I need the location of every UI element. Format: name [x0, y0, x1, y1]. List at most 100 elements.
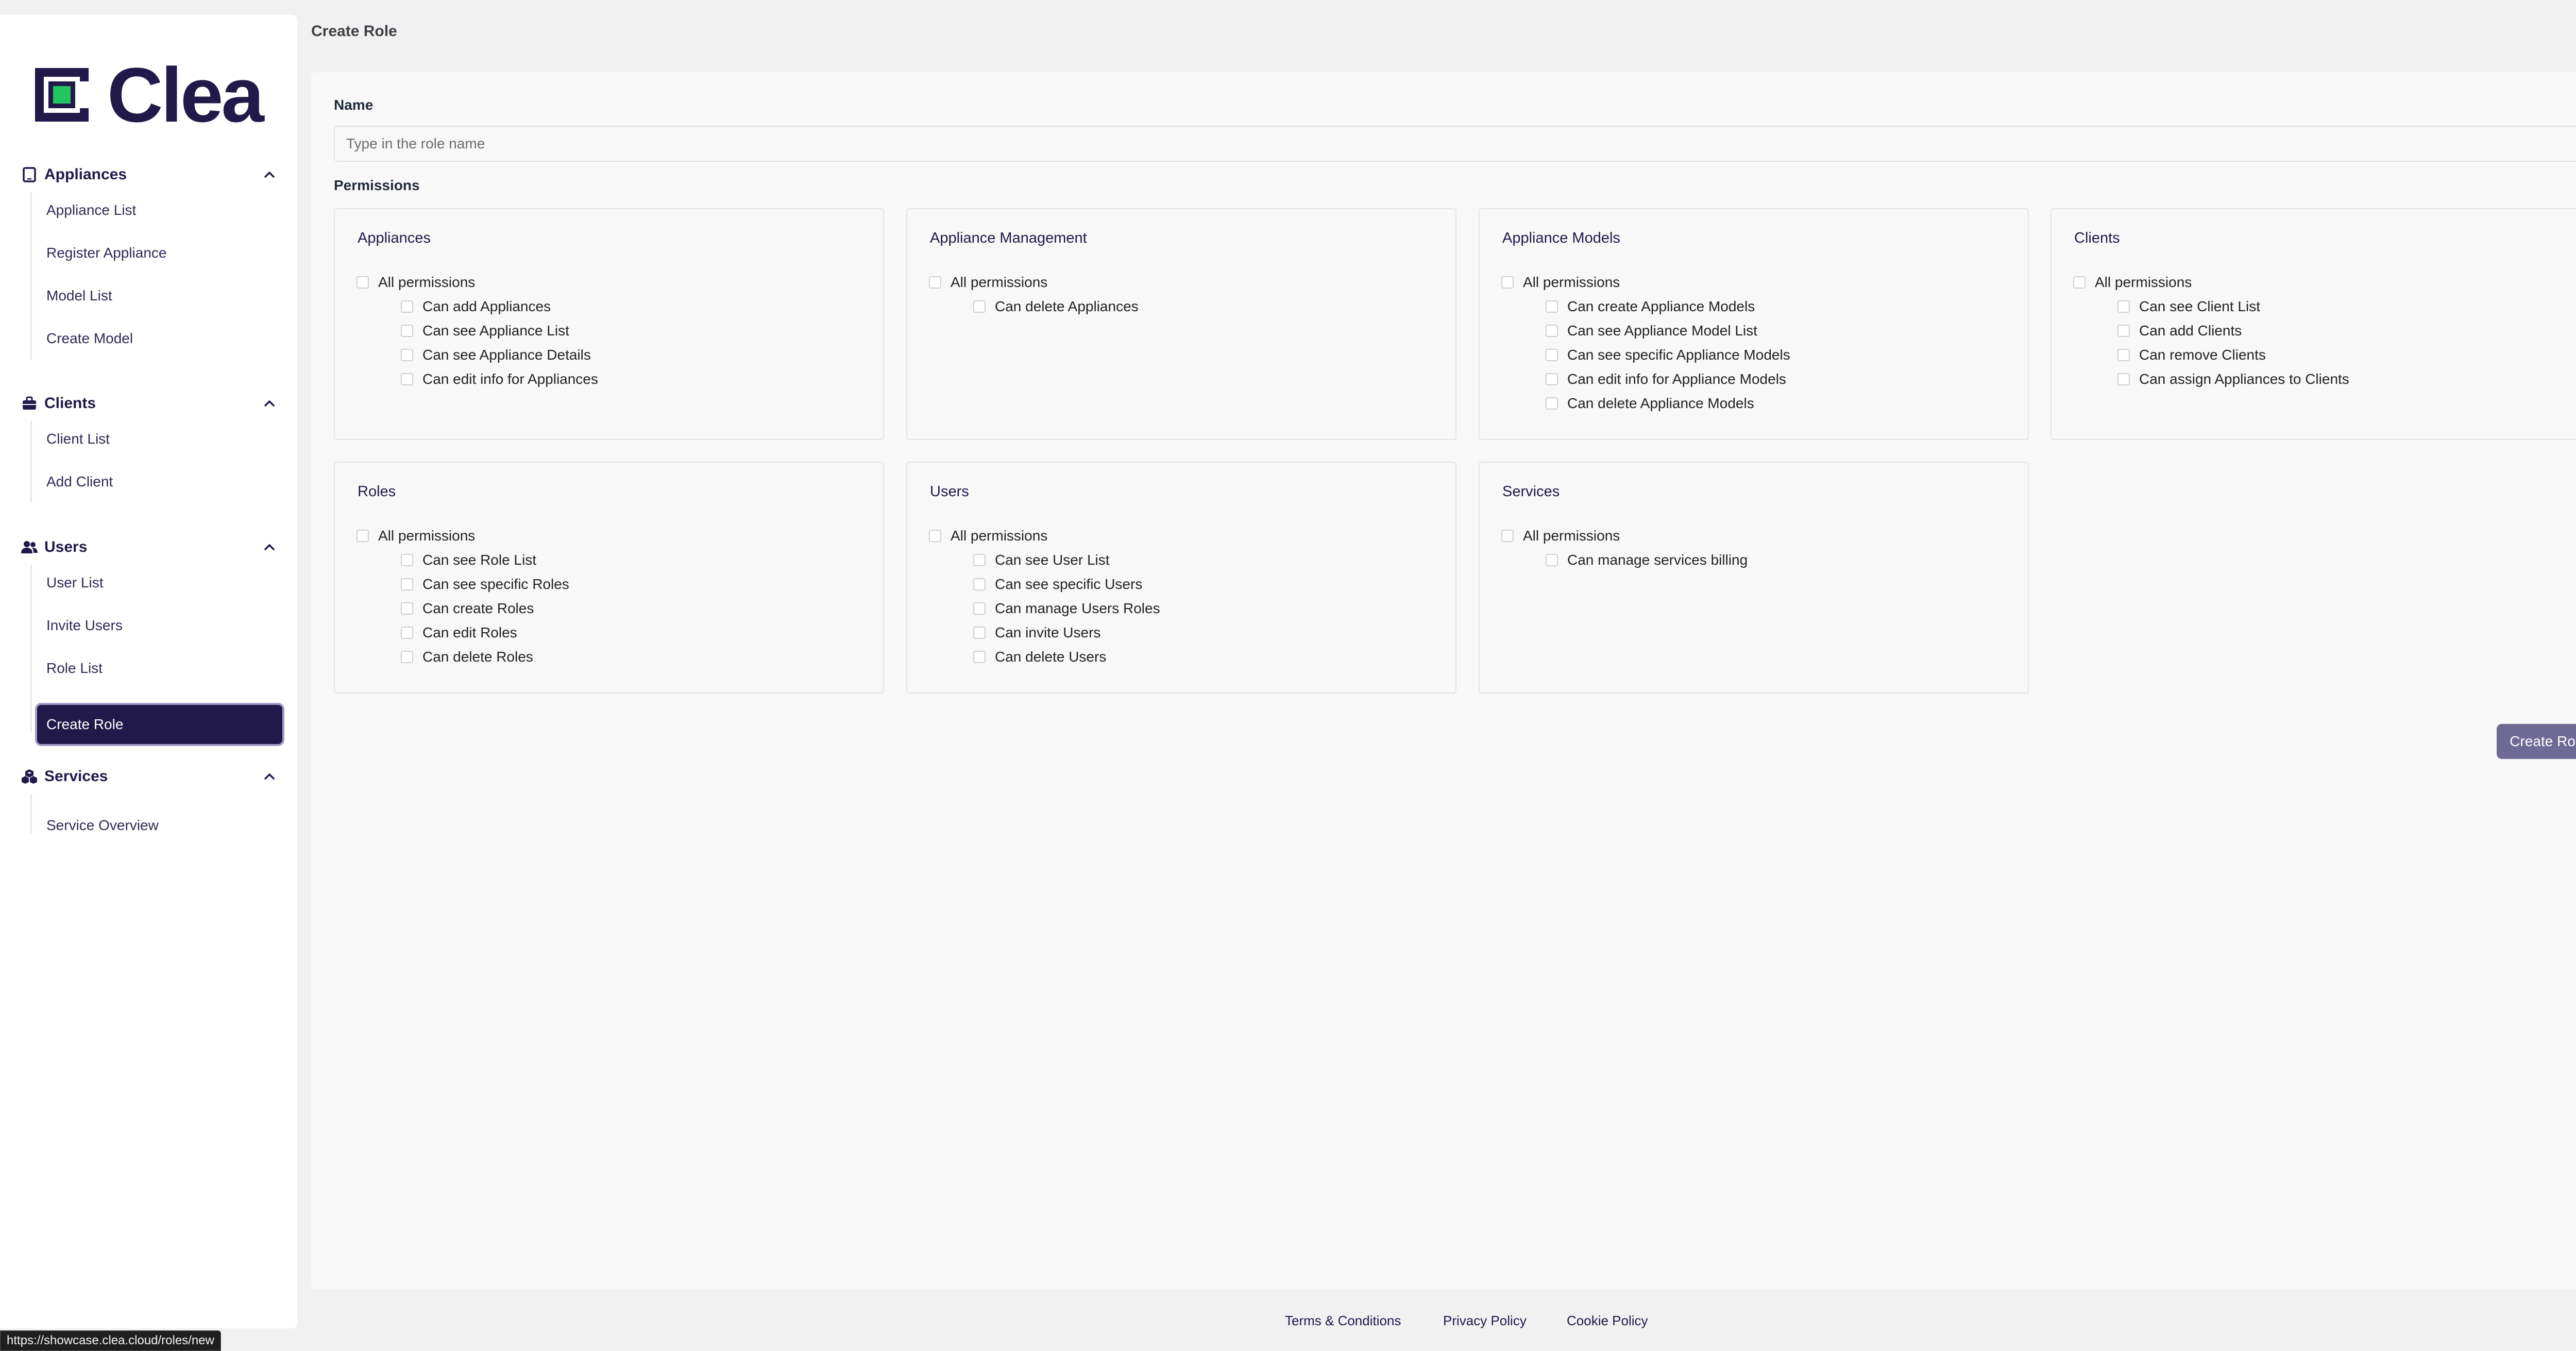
permission-card-title: Appliances [358, 230, 431, 246]
permission-checkbox[interactable] [401, 627, 413, 639]
permission-option[interactable]: Can see specific Roles [401, 574, 569, 595]
permission-checkbox[interactable] [973, 554, 986, 566]
permission-checkbox[interactable] [929, 276, 941, 289]
permission-option[interactable]: Can see Appliance List [401, 320, 569, 341]
permission-checkbox[interactable] [401, 300, 413, 313]
permission-checkbox[interactable] [357, 276, 369, 289]
permission-option[interactable]: Can manage Users Roles [973, 598, 1160, 619]
permission-label: Can see User List [995, 552, 1110, 568]
permission-checkbox[interactable] [401, 373, 413, 385]
sidebar-item-appliance-list[interactable]: Appliance List [37, 192, 282, 229]
permission-checkbox[interactable] [357, 530, 369, 542]
sidebar-section-clients[interactable]: Clients [21, 391, 278, 416]
permission-checkbox[interactable] [1546, 349, 1558, 361]
permission-option[interactable]: Can delete Roles [401, 647, 533, 667]
clea-logo[interactable]: Clea [35, 56, 264, 133]
sidebar-subnav-line [30, 192, 32, 360]
permission-checkbox[interactable] [2117, 349, 2130, 361]
permission-checkbox[interactable] [1546, 397, 1558, 410]
permission-option[interactable]: Can add Clients [2117, 320, 2242, 341]
chevron-up-icon[interactable] [261, 538, 278, 556]
permission-option[interactable]: Can see User List [973, 550, 1110, 570]
sidebar-item-add-client[interactable]: Add Client [37, 463, 282, 500]
permission-option[interactable]: Can delete Appliance Models [1546, 393, 1754, 414]
sidebar-item-service-overview[interactable]: Service Overview [37, 807, 282, 844]
permissions-label: Permissions [334, 177, 420, 193]
permission-option[interactable]: Can edit info for Appliance Models [1546, 369, 1786, 390]
permission-checkbox[interactable] [2073, 276, 2086, 289]
permission-checkbox[interactable] [401, 554, 413, 566]
permission-option[interactable]: Can assign Appliances to Clients [2117, 369, 2349, 390]
permission-option[interactable]: Can invite Users [973, 622, 1100, 643]
permission-checkbox[interactable] [973, 602, 986, 615]
permission-checkbox[interactable] [1546, 325, 1558, 337]
sidebar-item-create-model[interactable]: Create Model [37, 320, 282, 357]
permission-checkbox[interactable] [1546, 373, 1558, 385]
permission-checkbox[interactable] [973, 651, 986, 663]
sidebar-item-user-list[interactable]: User List [37, 564, 282, 601]
permission-checkbox[interactable] [1501, 530, 1514, 542]
permission-checkbox[interactable] [973, 300, 986, 313]
create-role-button[interactable]: Create Role [2497, 724, 2576, 759]
permission-option[interactable]: Can remove Clients [2117, 345, 2266, 365]
all-permissions-option[interactable]: All permissions [2073, 272, 2192, 293]
permission-option[interactable]: Can see Appliance Model List [1546, 320, 1757, 341]
all-permissions-option[interactable]: All permissions [1501, 272, 1620, 293]
permission-checkbox[interactable] [929, 530, 941, 542]
sidebar-item-create-role[interactable]: Create Role [37, 705, 282, 744]
chevron-up-icon[interactable] [261, 768, 278, 785]
all-permissions-option[interactable]: All permissions [929, 526, 1047, 546]
all-permissions-option[interactable]: All permissions [357, 272, 475, 293]
permission-checkbox[interactable] [2117, 300, 2130, 313]
permission-checkbox[interactable] [973, 578, 986, 590]
permission-checkbox[interactable] [401, 325, 413, 337]
permission-option[interactable]: Can edit info for Appliances [401, 369, 598, 390]
role-name-input[interactable] [334, 126, 2576, 162]
permission-checkbox[interactable] [2117, 373, 2130, 385]
permission-option[interactable]: Can create Appliance Models [1546, 296, 1755, 317]
sidebar-section-users[interactable]: Users [21, 534, 278, 560]
permission-checkbox[interactable] [401, 578, 413, 590]
permission-option[interactable]: Can see specific Users [973, 574, 1142, 595]
page-title: Create Role [311, 23, 397, 40]
sidebar-item-client-list[interactable]: Client List [37, 420, 282, 458]
permission-checkbox[interactable] [1501, 276, 1514, 289]
permission-checkbox[interactable] [401, 602, 413, 615]
all-permissions-option[interactable]: All permissions [1501, 526, 1620, 546]
permission-option[interactable]: Can see specific Appliance Models [1546, 345, 1790, 365]
permission-option[interactable]: Can create Roles [401, 598, 534, 619]
sidebar-section-label: Clients [44, 395, 96, 412]
permission-label: Can see Appliance Details [422, 347, 591, 363]
sidebar-item-model-list[interactable]: Model List [37, 277, 282, 314]
all-permissions-option[interactable]: All permissions [357, 526, 475, 546]
footer-terms-link[interactable]: Terms & Conditions [1285, 1313, 1401, 1329]
permission-option[interactable]: Can add Appliances [401, 296, 551, 317]
permission-card: Appliance Models All permissions Can creat… [1479, 208, 2029, 440]
permission-card-title: Clients [2074, 230, 2120, 246]
permission-checkbox[interactable] [401, 651, 413, 663]
permission-option[interactable]: Can manage services billing [1546, 550, 1748, 570]
permission-checkbox[interactable] [1546, 554, 1558, 566]
footer-cookie-link[interactable]: Cookie Policy [1567, 1313, 1648, 1329]
sidebar-item-role-list[interactable]: Role List [37, 650, 282, 687]
permission-checkbox[interactable] [2117, 325, 2130, 337]
permission-option[interactable]: Can see Appliance Details [401, 345, 591, 365]
permission-option[interactable]: Can delete Users [973, 647, 1106, 667]
permission-option[interactable]: Can see Client List [2117, 296, 2260, 317]
sidebar-section-appliances[interactable]: Appliances [21, 162, 278, 188]
permission-checkbox[interactable] [973, 627, 986, 639]
chevron-up-icon[interactable] [261, 395, 278, 412]
permission-option[interactable]: Can edit Roles [401, 622, 517, 643]
permission-label: Can delete Appliance Models [1567, 395, 1754, 411]
permission-checkbox[interactable] [1546, 300, 1558, 313]
sidebar-item-register-appliance[interactable]: Register Appliance [37, 234, 282, 272]
permission-label: Can add Appliances [422, 298, 551, 314]
permission-checkbox[interactable] [401, 349, 413, 361]
sidebar-item-invite-users[interactable]: Invite Users [37, 607, 282, 644]
sidebar-section-services[interactable]: Services [21, 764, 278, 789]
chevron-up-icon[interactable] [261, 166, 278, 183]
all-permissions-option[interactable]: All permissions [929, 272, 1047, 293]
permission-option[interactable]: Can see Role List [401, 550, 536, 570]
permission-option[interactable]: Can delete Appliances [973, 296, 1139, 317]
footer-privacy-link[interactable]: Privacy Policy [1443, 1313, 1527, 1329]
